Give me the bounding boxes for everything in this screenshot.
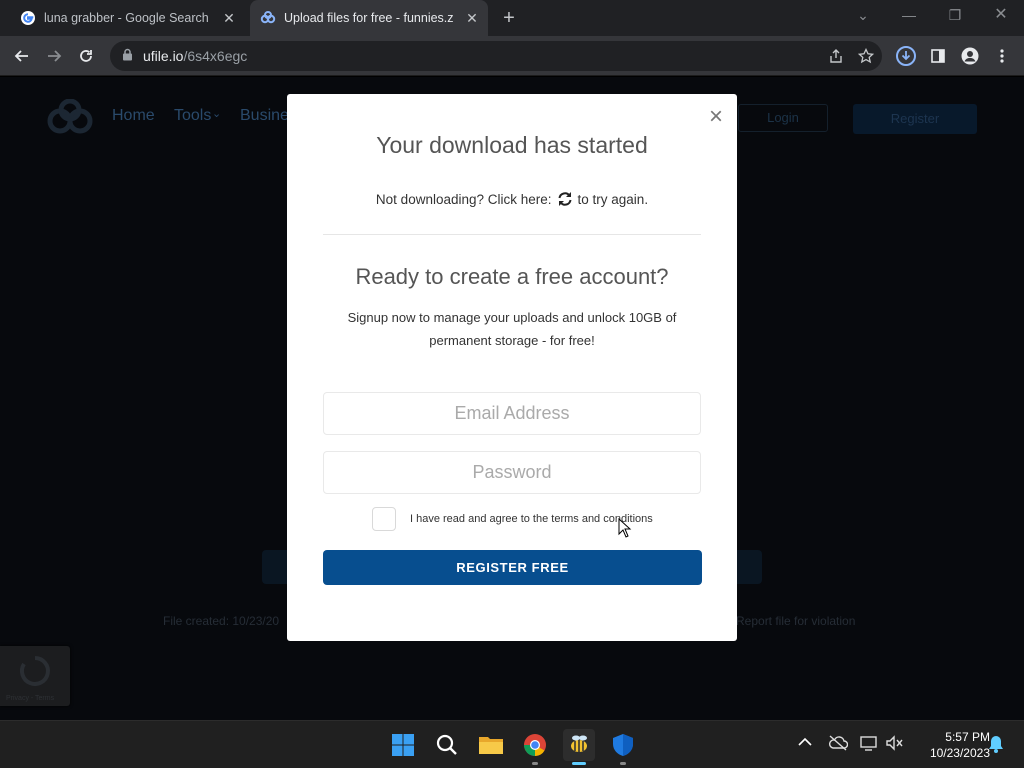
windows-taskbar: 5:57 PM 10/23/2023 bbox=[0, 720, 1024, 768]
terms-label[interactable]: I have read and agree to the terms and c… bbox=[410, 513, 653, 525]
side-panel-icon bbox=[931, 49, 945, 63]
file-created-text: File created: 10/23/20 bbox=[163, 614, 280, 628]
bookmark-star-icon[interactable] bbox=[857, 47, 875, 67]
active-indicator bbox=[572, 762, 586, 765]
browser-toolbar: ufile.io/6s4x6egc bbox=[0, 36, 1024, 76]
new-tab-button[interactable]: + bbox=[498, 7, 520, 29]
bee-app-icon bbox=[571, 735, 587, 752]
restore-button[interactable]: ❐ bbox=[932, 4, 978, 28]
running-indicator bbox=[620, 762, 626, 765]
close-icon[interactable]: × bbox=[709, 105, 723, 129]
security-button[interactable] bbox=[607, 729, 639, 765]
windows-logo-icon bbox=[392, 734, 414, 756]
nav-tools[interactable]: Tools bbox=[174, 107, 211, 125]
close-tab-icon[interactable]: ✕ bbox=[464, 10, 480, 26]
notification-bell-icon[interactable] bbox=[988, 735, 1004, 756]
url-host: ufile.io bbox=[143, 48, 184, 64]
retry-suffix: to try again. bbox=[577, 191, 649, 207]
file-explorer-button[interactable] bbox=[475, 729, 507, 761]
system-clock[interactable]: 5:57 PM 10/23/2023 bbox=[910, 729, 990, 761]
address-bar[interactable]: ufile.io/6s4x6egc bbox=[110, 41, 882, 71]
retry-line: Not downloading? Click here: to try agai… bbox=[287, 191, 737, 207]
back-button[interactable] bbox=[8, 42, 36, 70]
side-panel-button[interactable] bbox=[924, 42, 952, 70]
login-button[interactable]: Login bbox=[738, 104, 828, 132]
shield-icon bbox=[613, 734, 633, 756]
start-button[interactable] bbox=[387, 729, 419, 761]
nav-home[interactable]: Home bbox=[112, 107, 155, 125]
network-icon[interactable] bbox=[860, 735, 880, 754]
ufile-icon bbox=[260, 10, 276, 26]
tab-title: Upload files for free - funnies.zip bbox=[284, 11, 454, 25]
cloud-off-icon[interactable] bbox=[828, 735, 849, 754]
register-button[interactable]: Register bbox=[853, 104, 977, 134]
clock-time: 5:57 PM bbox=[945, 730, 990, 744]
tab-google-search[interactable]: luna grabber - Google Search ✕ bbox=[10, 0, 245, 36]
google-icon bbox=[20, 10, 36, 26]
profile-button[interactable] bbox=[956, 42, 984, 70]
download-modal: × Your download has started Not download… bbox=[287, 94, 737, 641]
clock-date: 10/23/2023 bbox=[929, 746, 990, 760]
email-field[interactable] bbox=[323, 392, 701, 435]
terms-checkbox[interactable] bbox=[372, 507, 396, 531]
minimize-button[interactable]: — bbox=[886, 4, 932, 28]
password-field[interactable] bbox=[323, 451, 701, 494]
search-icon bbox=[436, 734, 457, 755]
reload-icon bbox=[80, 50, 92, 62]
forward-button[interactable] bbox=[40, 42, 68, 70]
share-icon[interactable] bbox=[828, 48, 844, 67]
tab-strip: luna grabber - Google Search ✕ Upload fi… bbox=[0, 0, 1024, 36]
download-icon bbox=[896, 46, 916, 66]
running-indicator bbox=[532, 762, 538, 765]
search-button[interactable] bbox=[431, 729, 463, 761]
recaptcha-badge[interactable]: Privacy - Terms bbox=[0, 646, 70, 706]
tab-title: luna grabber - Google Search bbox=[44, 11, 209, 25]
ufile-logo[interactable] bbox=[46, 98, 94, 140]
terms-row: I have read and agree to the terms and c… bbox=[372, 507, 653, 531]
close-window-button[interactable]: ✕ bbox=[978, 4, 1024, 28]
back-arrow-icon bbox=[14, 50, 28, 62]
url-path: /6s4x6egc bbox=[183, 48, 248, 64]
app-button[interactable] bbox=[563, 729, 595, 765]
retry-download-icon[interactable] bbox=[557, 191, 573, 207]
forward-arrow-icon bbox=[48, 50, 62, 62]
chrome-button[interactable] bbox=[519, 729, 551, 765]
nav-business[interactable]: Busine bbox=[240, 107, 289, 125]
chevron-up-icon[interactable] bbox=[798, 735, 812, 750]
recaptcha-icon bbox=[20, 656, 50, 686]
download-title: Your download has started bbox=[376, 132, 648, 158]
downloads-button[interactable] bbox=[892, 42, 920, 70]
report-link[interactable]: Report file for violation bbox=[736, 614, 855, 628]
folder-icon bbox=[479, 737, 503, 754]
retry-prefix: Not downloading? Click here: bbox=[375, 191, 552, 207]
account-description: Signup now to manage your uploads and un… bbox=[347, 310, 677, 348]
chevron-down-icon: ⌄ bbox=[212, 108, 222, 120]
recaptcha-text: Privacy - Terms bbox=[6, 695, 55, 702]
tab-ufile[interactable]: Upload files for free - funnies.zip ✕ bbox=[250, 0, 488, 36]
tab-search-icon[interactable]: ⌄ bbox=[840, 4, 886, 28]
volume-muted-icon[interactable] bbox=[886, 735, 904, 754]
chrome-icon bbox=[524, 734, 546, 756]
reload-button[interactable] bbox=[72, 42, 100, 70]
kebab-menu-icon bbox=[1000, 49, 1004, 63]
divider bbox=[323, 234, 701, 235]
register-free-button[interactable]: REGISTER FREE bbox=[323, 550, 702, 585]
close-tab-icon[interactable]: ✕ bbox=[221, 10, 237, 26]
mouse-cursor-icon bbox=[618, 517, 632, 543]
menu-button[interactable] bbox=[988, 42, 1016, 70]
profile-icon bbox=[961, 47, 979, 65]
lock-icon[interactable] bbox=[122, 48, 133, 64]
account-title: Ready to create a free account? bbox=[355, 264, 669, 289]
